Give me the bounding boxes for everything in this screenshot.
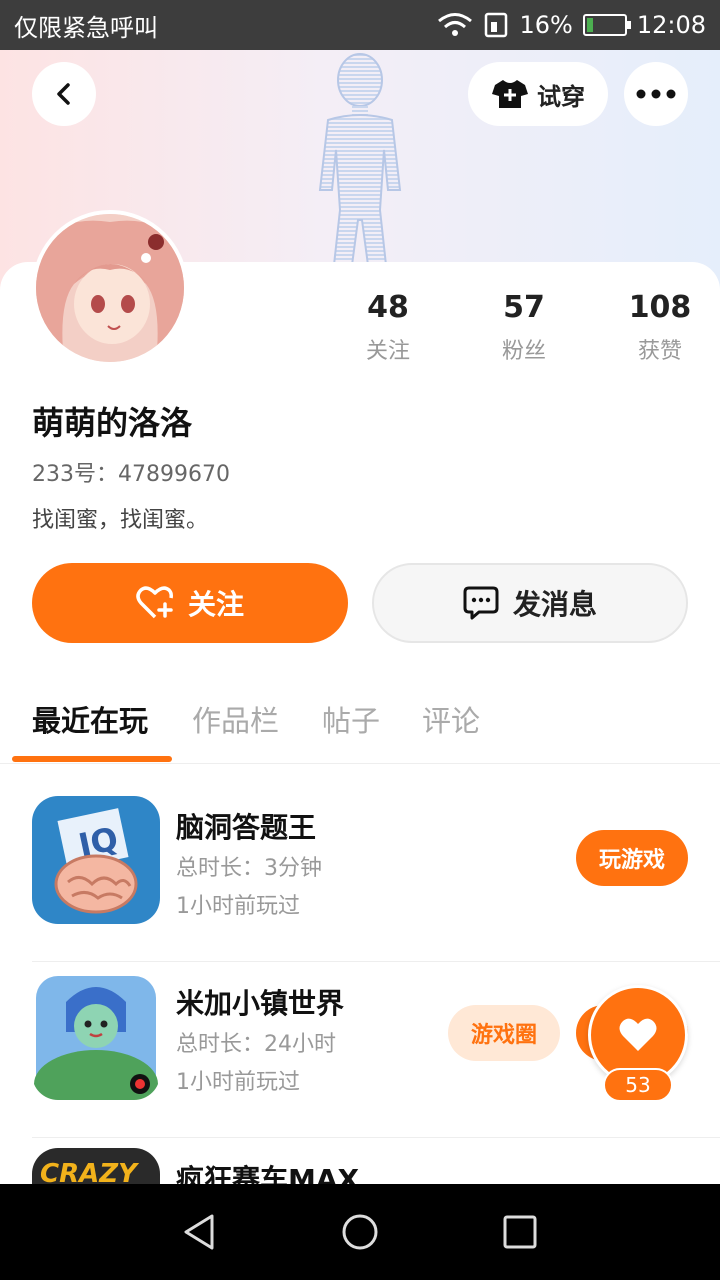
avatar-figure-image: [318, 53, 402, 265]
tab-works[interactable]: 作品栏: [192, 698, 279, 740]
wifi-icon: [438, 13, 473, 36]
system-nav-bar: [0, 1184, 720, 1280]
back-triangle-icon[interactable]: [180, 1212, 220, 1252]
carrier-text: 仅限紧急呼叫: [14, 13, 158, 42]
more-dots-icon: [636, 89, 676, 99]
heart-plus-icon: [136, 586, 173, 619]
clock: 12:08: [636, 11, 706, 39]
battery-icon: [582, 14, 631, 36]
avatar[interactable]: [32, 210, 188, 366]
recents-square-icon[interactable]: [500, 1212, 540, 1252]
stat-value: 48: [367, 290, 409, 325]
back-button[interactable]: [32, 62, 96, 126]
game-icon: [32, 972, 160, 1100]
stat-value: 57: [503, 290, 545, 325]
home-circle-icon[interactable]: [340, 1212, 380, 1252]
chevron-left-icon: [57, 83, 70, 105]
stat-label: 粉丝: [501, 339, 546, 364]
svg-text:CRAZY: CRAZY: [40, 1159, 140, 1184]
stat-label: 关注: [365, 339, 410, 364]
tab-comments[interactable]: 评论: [422, 698, 480, 740]
chat-bubble-icon: [463, 586, 499, 620]
profile-tabs: 最近在玩 作品栏 帖子 评论: [0, 682, 720, 764]
profile-name: 萌萌的洛洛: [32, 404, 193, 442]
game-last-played: 1小时前玩过: [176, 894, 300, 919]
status-icons: 16% 12:08: [437, 11, 706, 39]
stat-following[interactable]: 48 关注: [320, 290, 456, 365]
heart-icon: [619, 1018, 657, 1051]
profile-bio: 找闺蜜，找闺蜜。: [32, 508, 209, 533]
list-item[interactable]: CRAZY 疯狂赛车MAX: [0, 1138, 720, 1184]
like-count-badge: 53: [603, 1068, 673, 1102]
stat-likes[interactable]: 108 获赞: [592, 290, 720, 365]
follow-button[interactable]: 关注: [32, 563, 348, 643]
more-button[interactable]: [624, 62, 688, 126]
game-title: 米加小镇世界: [176, 987, 345, 1020]
stat-followers[interactable]: 57 粉丝: [456, 290, 592, 365]
game-circle-button[interactable]: 游戏圈: [448, 1005, 560, 1061]
game-title: 疯狂赛车MAX: [176, 1163, 360, 1184]
sim-icon: [485, 12, 508, 38]
game-duration: 总时长：24小时: [176, 1032, 336, 1057]
game-last-played: 1小时前玩过: [176, 1070, 300, 1095]
game-title: 脑洞答题王: [176, 811, 317, 844]
battery-percent: 16%: [519, 11, 573, 39]
status-bar: 仅限紧急呼叫 16% 12:08: [0, 0, 720, 50]
shirt-icon: [492, 80, 528, 108]
profile-uid: 233号：47899670: [32, 462, 230, 487]
stat-value: 108: [628, 290, 692, 325]
send-message-label: 发消息: [512, 588, 597, 621]
try-on-button[interactable]: 试穿: [468, 62, 608, 126]
tab-posts[interactable]: 帖子: [322, 698, 380, 740]
game-duration: 总时长：3分钟: [176, 856, 322, 881]
avatar-image: [36, 214, 184, 362]
try-on-label: 试穿: [537, 82, 585, 111]
follow-label: 关注: [187, 588, 244, 621]
send-message-button[interactable]: 发消息: [372, 563, 688, 643]
game-icon: CRAZY: [32, 1148, 160, 1184]
stat-label: 获赞: [637, 339, 682, 364]
tab-recently-played[interactable]: 最近在玩: [32, 698, 148, 740]
tab-active-indicator: [12, 756, 172, 762]
list-item[interactable]: IQ 脑洞答题王 总时长：3分钟 1小时前玩过 玩游戏: [0, 786, 720, 962]
profile-stats: 48 关注 57 粉丝 108 获赞: [320, 290, 720, 365]
game-icon: IQ: [32, 796, 160, 924]
play-game-button[interactable]: 玩游戏: [576, 830, 688, 886]
